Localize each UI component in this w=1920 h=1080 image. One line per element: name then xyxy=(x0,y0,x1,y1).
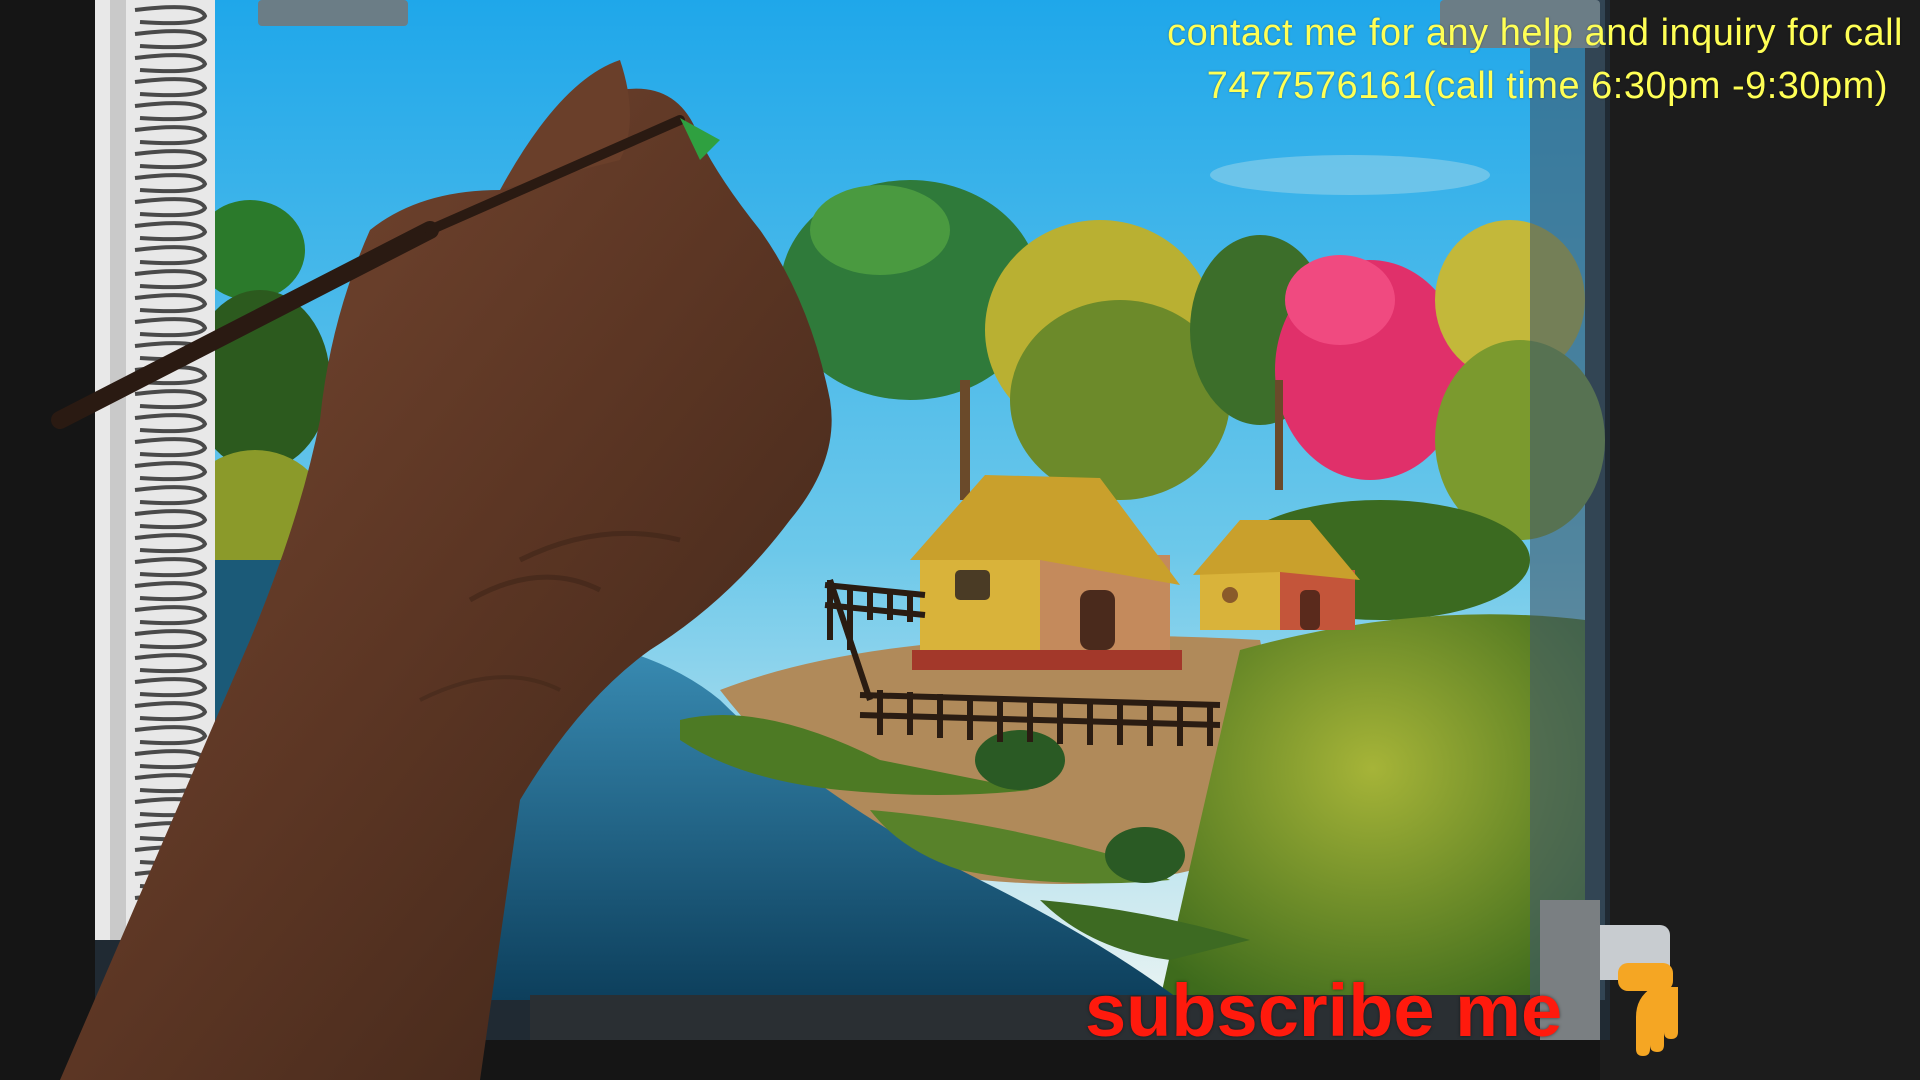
painting-scene xyxy=(0,0,1920,1080)
tape xyxy=(258,0,408,26)
video-frame: contact me for any help and inquiry for … xyxy=(0,0,1920,1080)
pointing-down-hand-icon xyxy=(1618,963,1678,1056)
subscribe-caption: subscribe me xyxy=(1085,969,1563,1052)
contact-caption-line-1: contact me for any help and inquiry for … xyxy=(1167,12,1903,54)
contact-caption-line-2: 7477576161(call time 6:30pm -9:30pm) xyxy=(1206,65,1888,107)
